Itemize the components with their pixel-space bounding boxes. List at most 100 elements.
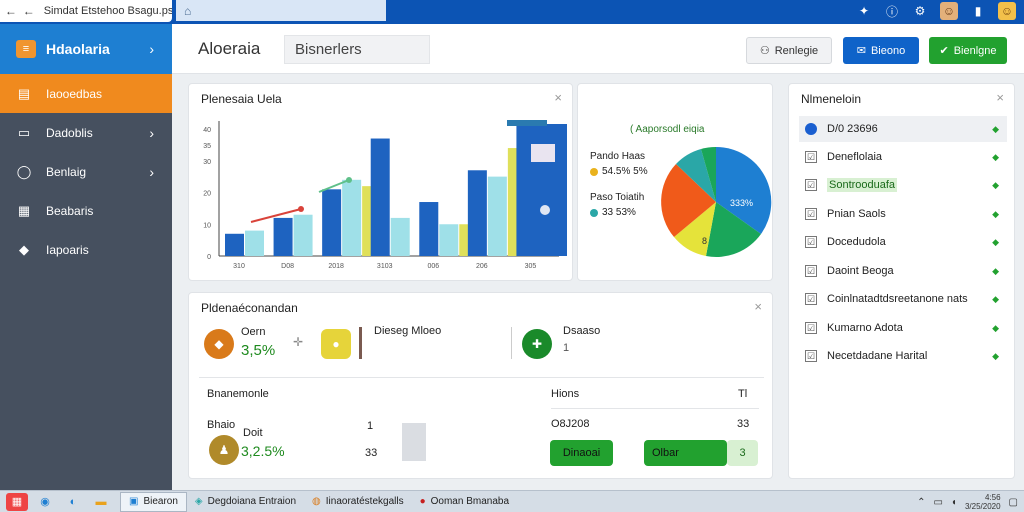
chevron-right-icon[interactable]: › bbox=[149, 41, 154, 57]
notification-icon[interactable]: ▢ bbox=[1009, 497, 1018, 508]
list-item[interactable]: ☑ Docedudola ◆ bbox=[799, 229, 1007, 255]
person-icon: ♟ bbox=[209, 435, 239, 465]
list-item[interactable]: ☑ Necetdadane Harital ◆ bbox=[799, 343, 1007, 369]
checkbox-icon[interactable]: ☑ bbox=[805, 350, 817, 362]
clock[interactable]: 4:56 3/25/2020 bbox=[965, 493, 1001, 511]
user-avatar[interactable]: ☺ bbox=[998, 2, 1016, 20]
browser-tab[interactable]: ← ← Simdat Etstehoo Bsagu.ps bbox=[0, 0, 172, 22]
right-row-value: 33 bbox=[737, 418, 750, 430]
close-icon[interactable]: × bbox=[754, 299, 762, 314]
sidebar-item-2[interactable]: ▭ Dadoblis › bbox=[0, 113, 172, 152]
list-item-label: Pnian Saols bbox=[827, 208, 886, 220]
check-icon: ◆ bbox=[992, 151, 999, 162]
checkbox-icon[interactable]: ☑ bbox=[805, 265, 817, 277]
list-item[interactable]: ☑ Coinlnatadtdsreetanone nats ◆ bbox=[799, 286, 1007, 312]
list-icon: ▤ bbox=[17, 85, 31, 101]
taskbar-app-3[interactable]: ◍ Iinaoratéstekgalls bbox=[304, 492, 412, 512]
folder-icon[interactable]: ▬ bbox=[90, 493, 112, 511]
x-tick-label: 2018 bbox=[328, 263, 344, 270]
circle-icon: ◯ bbox=[16, 163, 32, 179]
checkbox-icon[interactable]: ☑ bbox=[805, 179, 817, 191]
x-tick-label: 206 bbox=[476, 263, 488, 270]
chart-bar bbox=[439, 224, 459, 256]
row-bar bbox=[402, 423, 426, 461]
checkbox-icon[interactable]: ☑ bbox=[805, 236, 817, 248]
sidebar-item-5[interactable]: ◆ Iapoaris bbox=[0, 230, 172, 269]
info-icon[interactable]: ⓘ bbox=[884, 2, 900, 20]
x-tick-label: D08 bbox=[281, 263, 294, 270]
arrow-icon: ✛ bbox=[293, 335, 304, 349]
sidebar-header[interactable]: ≡ Hdaolaria › bbox=[0, 24, 172, 74]
blue-action-button[interactable]: ✉ Bieono bbox=[843, 37, 919, 64]
list-item-label: Sontrooduafa bbox=[827, 178, 898, 192]
check-icon: ◆ bbox=[992, 322, 999, 333]
forward-arrow-icon[interactable]: ← bbox=[22, 4, 36, 18]
sidebar-item-1[interactable]: ▤ Iaooedbas bbox=[0, 74, 172, 113]
stat-label-3: Dsaaso bbox=[563, 325, 601, 337]
sidebar-item-label: Benlaig bbox=[46, 164, 87, 179]
summary-title: Pldenaéconandan bbox=[201, 301, 298, 315]
chevron-up-icon[interactable]: ⌃ bbox=[917, 497, 925, 508]
list-item[interactable]: ☑ Sontrooduafa ◆ bbox=[799, 172, 1007, 198]
sidebar-item-3[interactable]: ◯ Benlaig › bbox=[0, 152, 172, 191]
row-number-1: 1 bbox=[367, 420, 374, 432]
list-item[interactable]: ☑ Deneflolaia ◆ bbox=[799, 144, 1007, 170]
list-item[interactable]: D/0 23696 ◆ bbox=[799, 116, 1007, 142]
grid-icon: ▦ bbox=[17, 202, 31, 218]
back-arrow-icon[interactable]: ← bbox=[4, 4, 18, 18]
chrome-icon[interactable]: ◉ bbox=[34, 493, 56, 511]
blue-button-label: Bieono bbox=[870, 44, 906, 57]
target-icon[interactable]: ✦ bbox=[856, 2, 872, 20]
row-value: 3,2.5% bbox=[241, 443, 285, 459]
sidebar-item-4[interactable]: ▦ Beabaris bbox=[0, 191, 172, 230]
y-tick-label: 20 bbox=[203, 191, 211, 198]
row-number-2: 33 bbox=[365, 447, 378, 459]
chart-bar bbox=[390, 217, 410, 256]
start-icon[interactable]: ▦ bbox=[6, 492, 28, 511]
check-icon: ◆ bbox=[992, 236, 999, 247]
secondary-button[interactable]: Olbar bbox=[644, 440, 727, 466]
grid-icon: ✚ bbox=[522, 329, 552, 359]
search-input[interactable]: Bisnerlers bbox=[284, 35, 430, 64]
chart-bar bbox=[245, 230, 264, 256]
shield-icon[interactable]: ▮ bbox=[970, 2, 986, 20]
close-icon[interactable]: × bbox=[554, 90, 562, 105]
annotation-point bbox=[346, 177, 352, 183]
grey-action-button[interactable]: ⚇ Renlegie bbox=[746, 37, 832, 64]
checkbox-icon[interactable]: ☑ bbox=[805, 322, 817, 334]
close-icon[interactable]: × bbox=[996, 90, 1004, 105]
edge-icon[interactable]: ◐ bbox=[62, 493, 84, 511]
chart-bar bbox=[342, 179, 362, 256]
network-icon[interactable]: ▭ bbox=[933, 497, 942, 508]
checkbox-icon[interactable]: ☑ bbox=[805, 151, 817, 163]
volume-icon[interactable]: ◖ bbox=[951, 497, 957, 508]
y-tick-label: 0 bbox=[207, 254, 211, 261]
checkbox-icon[interactable]: ☑ bbox=[805, 208, 817, 220]
browser-top-bar: ← ← Simdat Etstehoo Bsagu.ps ⌂ ✦ ⓘ ⚙ ☺ ▮… bbox=[0, 0, 1024, 24]
tab-title: Simdat Etstehoo Bsagu.ps bbox=[43, 5, 173, 17]
taskbar-app-1[interactable]: ▣ Biearon bbox=[120, 491, 187, 512]
chart-bar bbox=[273, 217, 293, 256]
primary-button[interactable]: Dinaoai bbox=[550, 440, 613, 466]
green-action-button[interactable]: ✔ Bienlgne bbox=[929, 37, 1007, 64]
pie-slice-label-2: 8 bbox=[702, 236, 707, 246]
settings-icon[interactable]: ⚙ bbox=[912, 2, 928, 20]
list-item[interactable]: ☑ Kumarno Adota ◆ bbox=[799, 315, 1007, 341]
y-tick-label: 40 bbox=[203, 127, 211, 134]
avatar[interactable]: ☺ bbox=[940, 2, 958, 20]
right-row-label: O8J208 bbox=[551, 418, 590, 430]
taskbar-app-label: Iinaoratéstekgalls bbox=[325, 496, 404, 507]
chart-bar bbox=[487, 176, 507, 256]
chevron-right-icon: › bbox=[149, 163, 154, 180]
chart-overlay-header bbox=[507, 120, 547, 126]
app-icon: ◈ bbox=[194, 496, 203, 507]
list-item[interactable]: ☑ Daoint Beoga ◆ bbox=[799, 258, 1007, 284]
address-bar[interactable]: ⌂ bbox=[176, 0, 386, 21]
taskbar-app-4[interactable]: ● Ooman Bmanaba bbox=[412, 492, 517, 512]
mail-icon: ✉ bbox=[856, 45, 866, 57]
checkbox-icon[interactable]: ☑ bbox=[805, 293, 817, 305]
taskbar-app-2[interactable]: ◈ Degdoiana Entraion bbox=[187, 492, 304, 512]
diamond-icon: ◆ bbox=[19, 241, 29, 257]
stat-label-2: Dieseg Mloeo bbox=[374, 325, 442, 337]
list-item[interactable]: ☑ Pnian Saols ◆ bbox=[799, 201, 1007, 227]
